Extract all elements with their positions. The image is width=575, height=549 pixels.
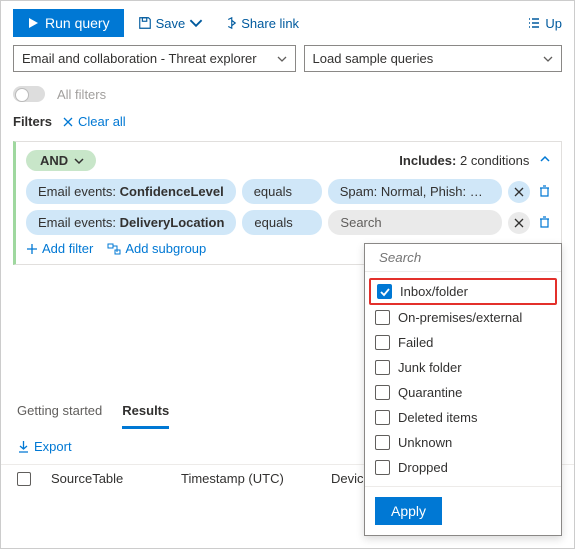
checkbox[interactable] [375,435,390,450]
includes-summary: Includes: 2 conditions [399,153,551,168]
dropdown-option-label: Unknown [398,435,452,450]
all-filters-toggle[interactable] [13,86,45,102]
sample-queries-select[interactable]: Load sample queries [304,45,562,72]
condition-value[interactable]: Spam: Normal, Phish: High [328,179,502,204]
chevron-down-icon [543,54,553,64]
chevron-down-icon [277,54,287,64]
subgroup-icon [107,243,121,255]
dropdown-option[interactable]: Quarantine [365,380,561,405]
col-timestamp[interactable]: Timestamp (UTC) [181,471,311,486]
dropdown-option-label: Inbox/folder [400,284,468,299]
dropdown-option-label: Quarantine [398,385,462,400]
list-icon [527,16,541,30]
save-icon [138,16,152,30]
condition-value-search[interactable]: Search [328,210,502,235]
dropdown-option[interactable]: Inbox/folder [369,278,557,305]
checkbox[interactable] [375,310,390,325]
condition-operator[interactable]: equals [242,210,322,235]
select-all-checkbox[interactable] [17,472,31,486]
chevron-down-icon [74,156,84,166]
dropdown-option-label: Dropped [398,460,448,475]
dropdown-option-label: Junk folder [398,360,462,375]
dropdown-option[interactable]: Dropped [365,455,561,480]
tab-getting-started[interactable]: Getting started [17,395,102,429]
apply-button[interactable]: Apply [375,497,442,525]
delete-condition-button[interactable] [538,215,551,231]
save-button[interactable]: Save [132,12,210,35]
close-icon [514,218,524,228]
add-subgroup-button[interactable]: Add subgroup [107,241,206,256]
tab-results[interactable]: Results [122,395,169,429]
dropdown-search-input[interactable] [379,250,558,265]
clear-all-button[interactable]: Clear all [62,114,126,129]
trash-icon [538,215,551,228]
filters-heading: Filters [13,114,52,129]
dropdown-search[interactable] [365,244,561,272]
remove-value-button[interactable] [508,212,530,234]
run-label: Run query [45,15,110,31]
dropdown-option[interactable]: Failed [365,330,561,355]
trash-icon [538,184,551,197]
delivery-location-dropdown: Inbox/folder On-premises/external Failed Ju… [364,243,562,536]
download-icon [17,440,30,453]
condition-row: Email events: DeliveryLocation equals Se… [26,210,551,235]
condition-field[interactable]: Email events: DeliveryLocation [26,210,236,235]
condition-row: Email events: ConfidenceLevel equals Spa… [26,179,551,204]
condition-field[interactable]: Email events: ConfidenceLevel [26,179,236,204]
dropdown-option[interactable]: Deleted items [365,405,561,430]
remove-value-button[interactable] [508,181,530,203]
run-query-button[interactable]: Run query [13,9,124,37]
dropdown-option-label: Deleted items [398,410,477,425]
up-button[interactable]: Up [527,16,562,31]
delete-condition-button[interactable] [538,184,551,200]
dropdown-option[interactable]: Unknown [365,430,561,455]
all-filters-label: All filters [57,87,106,102]
checkbox[interactable] [375,335,390,350]
dropdown-option-label: Failed [398,335,433,350]
collapse-icon[interactable] [539,153,551,168]
plus-icon [26,243,38,255]
dropdown-option-label: On-premises/external [398,310,522,325]
checkbox[interactable] [375,410,390,425]
checkbox[interactable] [375,385,390,400]
col-sourcetable[interactable]: SourceTable [51,471,161,486]
share-link-button[interactable]: Share link [217,12,305,35]
share-icon [223,16,237,30]
condition-operator[interactable]: equals [242,179,322,204]
scope-select[interactable]: Email and collaboration - Threat explore… [13,45,296,72]
chevron-down-icon [189,16,203,30]
add-filter-button[interactable]: Add filter [26,241,93,256]
checkbox[interactable] [375,460,390,475]
close-icon [514,187,524,197]
close-icon [62,116,74,128]
play-icon [27,17,39,29]
dropdown-option[interactable]: Junk folder [365,355,561,380]
checkbox[interactable] [375,360,390,375]
checkbox[interactable] [377,284,392,299]
and-operator-chip[interactable]: AND [26,150,96,171]
dropdown-option[interactable]: On-premises/external [365,305,561,330]
